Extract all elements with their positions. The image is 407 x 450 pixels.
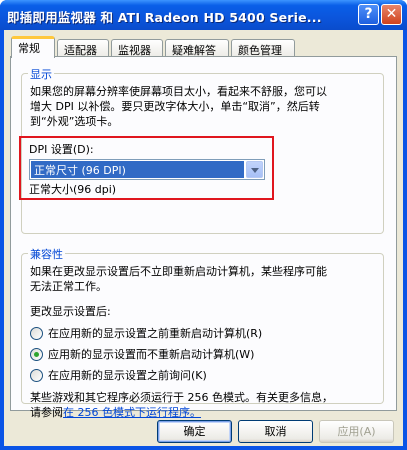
- tab-monitor[interactable]: 监视器: [111, 39, 163, 57]
- radio-label: 应用新的显示设置而不重新启动计算机(W): [48, 348, 255, 361]
- compat-note-line2: 请参阅在 256 色模式下运行程序。: [30, 405, 201, 420]
- dpi-select[interactable]: 正常尺寸 (96 DPI): [29, 159, 265, 180]
- close-button[interactable]: ✕: [381, 4, 402, 25]
- radio-label: 在应用新的显示设置之前询问(K): [48, 369, 207, 382]
- dialog-window: 即插即用监视器 和 ATI Radeon HD 5400 Serie... ? …: [0, 0, 407, 450]
- tab-color-management[interactable]: 颜色管理: [231, 39, 295, 57]
- tab-troubleshoot[interactable]: 疑难解答: [165, 39, 229, 57]
- compat-note-prefix: 请参阅: [30, 406, 63, 419]
- after-change-label: 更改显示设置后:: [30, 305, 111, 318]
- radio-button[interactable]: [30, 327, 43, 340]
- radio-button-checked[interactable]: [30, 348, 43, 361]
- compat-group-label: 兼容性: [28, 246, 65, 262]
- compat-note-line1: 某些游戏和其它程序必须运行于 256 色模式。有关更多信息，: [30, 391, 333, 404]
- title-bar[interactable]: 即插即用监视器 和 ATI Radeon HD 5400 Serie... ? …: [0, 0, 407, 30]
- dpi-current-value: 正常大小(96 dpi): [29, 183, 117, 196]
- radio-label: 在应用新的显示设置之前重新启动计算机(R): [48, 327, 263, 340]
- apply-button[interactable]: 应用(A): [319, 420, 394, 443]
- compat-description-line1: 如果在更改显示设置后不立即重新启动计算机，某些程序可能: [30, 265, 327, 278]
- display-group-label: 显示: [28, 66, 54, 82]
- radio-button[interactable]: [30, 369, 43, 382]
- run-256-color-link[interactable]: 在 256 色模式下运行程序。: [63, 406, 201, 419]
- display-description-line1: 如果您的屏幕分辨率使屏幕项目太小，看起来不舒服，您可以: [30, 85, 327, 98]
- dpi-select-value: 正常尺寸 (96 DPI): [31, 161, 244, 178]
- tab-adapter[interactable]: 适配器: [57, 39, 109, 57]
- ok-button[interactable]: 确定: [157, 420, 232, 443]
- display-group: 显示 如果您的屏幕分辨率使屏幕项目太小，看起来不舒服，您可以 增大 DPI 以补…: [19, 66, 384, 234]
- chevron-down-icon[interactable]: [246, 161, 263, 178]
- compat-description-line2: 无法正常工作。: [30, 280, 107, 293]
- display-description-line2: 增大 DPI 以补偿。要只更改字体大小，单击“取消”，然后转: [30, 100, 320, 113]
- dialog-client: 常规 适配器 监视器 疑难解答 颜色管理 显示 如果您的屏幕分辨率使屏幕项目太小…: [4, 30, 403, 446]
- tab-general[interactable]: 常规: [11, 36, 55, 58]
- help-button[interactable]: ?: [358, 4, 379, 25]
- compat-group: 兼容性 如果在更改显示设置后不立即重新启动计算机，某些程序可能 无法正常工作。 …: [21, 246, 384, 419]
- window-title: 即插即用监视器 和 ATI Radeon HD 5400 Serie...: [7, 10, 322, 25]
- tab-panel-general: 显示 如果您的屏幕分辨率使屏幕项目太小，看起来不舒服，您可以 增大 DPI 以补…: [10, 56, 397, 419]
- display-description-line3: 到“外观”选项卡。: [30, 115, 119, 128]
- dpi-setting-label: DPI 设置(D):: [29, 143, 94, 156]
- cancel-button[interactable]: 取消: [238, 420, 313, 443]
